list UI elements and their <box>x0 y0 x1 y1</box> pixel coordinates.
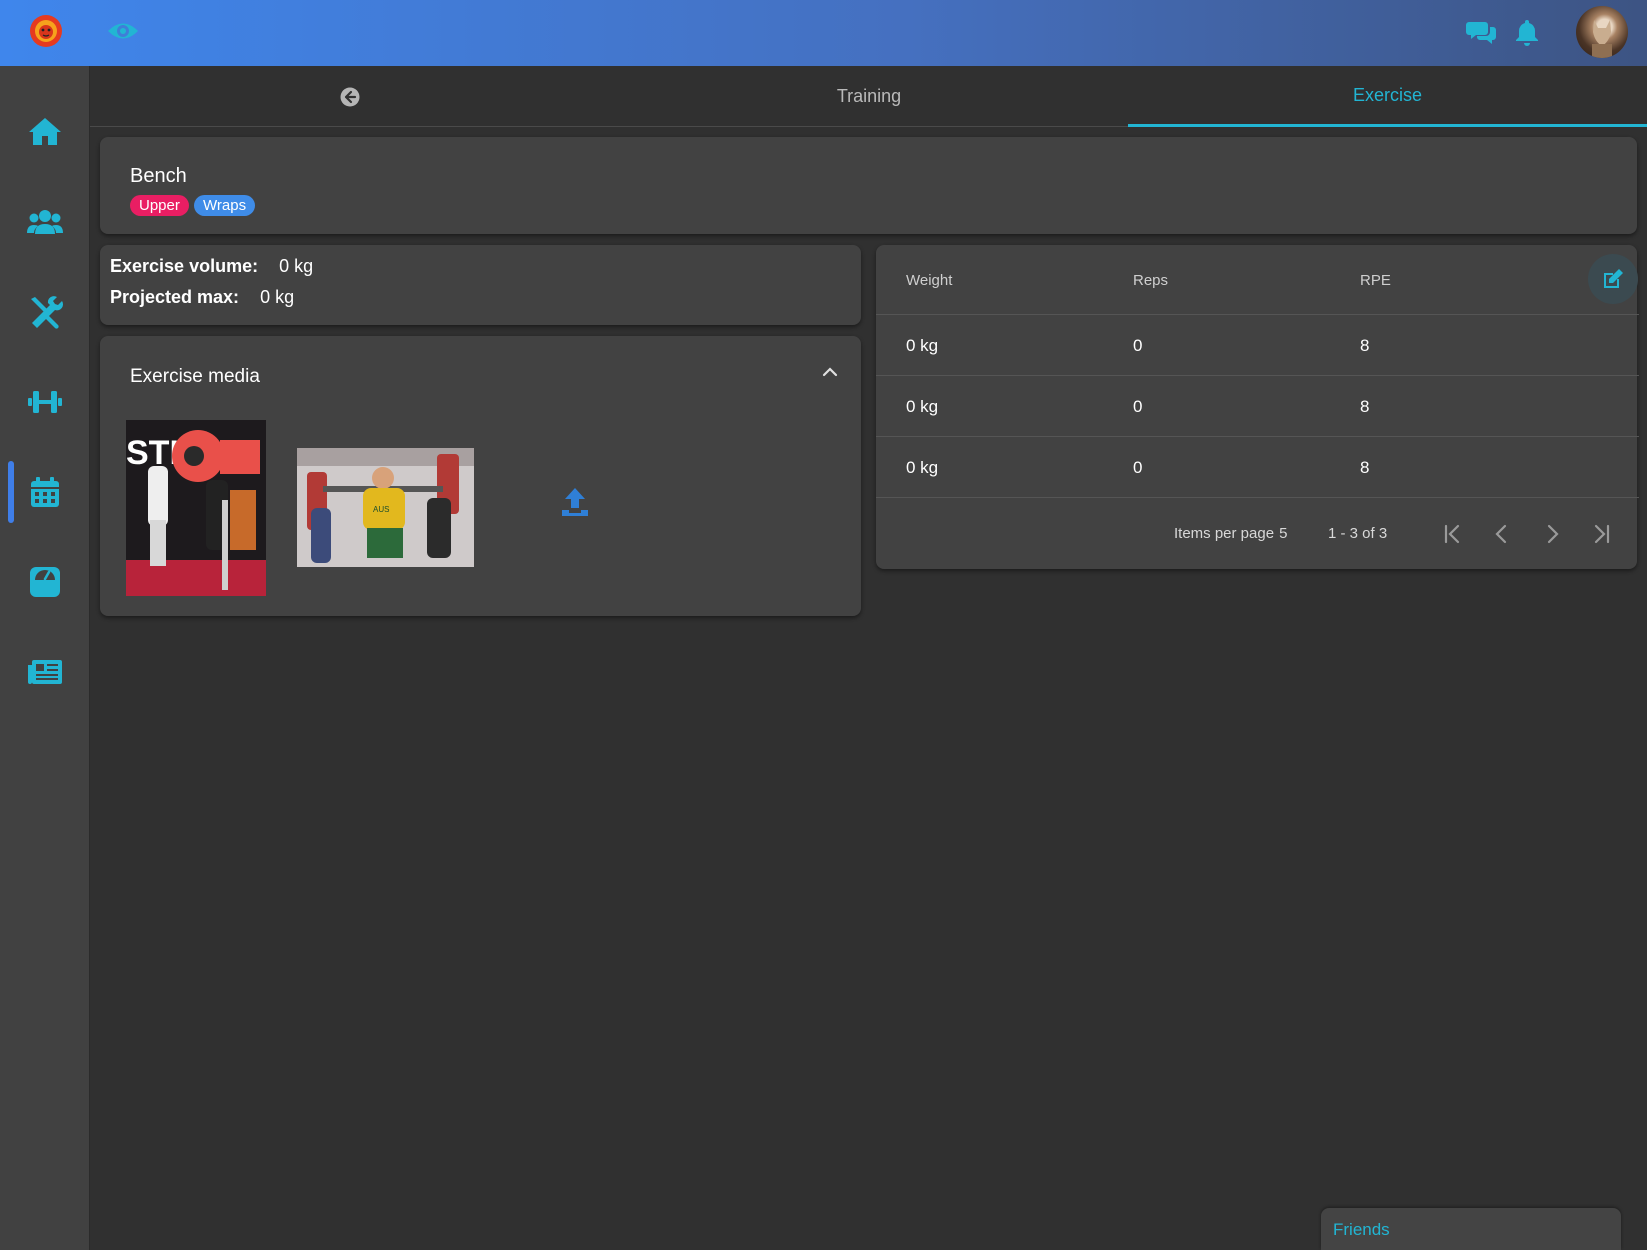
exercise-volume: Exercise volume: 0 kg <box>110 256 313 277</box>
upload-icon[interactable] <box>560 486 590 518</box>
exercise-media-card: Exercise media STI AUS <box>100 336 861 616</box>
users-icon <box>27 210 63 234</box>
sidebar-item-weight[interactable] <box>0 547 90 617</box>
friends-panel[interactable]: Friends <box>1321 1208 1621 1250</box>
arrow-left-circle-icon <box>340 87 360 106</box>
newspaper-icon <box>28 660 62 684</box>
exercise-name: Bench <box>130 165 187 187</box>
chevron-up-icon[interactable] <box>818 360 842 384</box>
friends-label: Friends <box>1333 1220 1390 1239</box>
tab-back[interactable] <box>90 66 610 127</box>
edit-icon <box>1604 269 1623 288</box>
table-row[interactable]: 0 kg 0 8 <box>876 375 1639 436</box>
calendar-icon <box>31 477 59 507</box>
edit-sets-button[interactable] <box>1588 254 1638 304</box>
items-per-page-label: Items per page <box>1174 524 1275 542</box>
cell-weight: 0 kg <box>906 335 939 355</box>
column-header-weight[interactable]: Weight <box>906 245 952 315</box>
projected-max: Projected max: 0 kg <box>110 287 294 308</box>
tab-exercise[interactable]: Exercise <box>1128 66 1647 127</box>
exercise-header-card: Bench Upper Wraps <box>100 137 1637 234</box>
table-row[interactable]: 0 kg 0 8 <box>876 436 1639 497</box>
sidebar <box>0 66 90 1250</box>
sidebar-item-news[interactable] <box>0 637 90 707</box>
projected-max-value: 0 kg <box>260 287 295 307</box>
cell-reps: 0 <box>1133 457 1143 477</box>
cell-rpe: 8 <box>1360 457 1370 477</box>
exercise-volume-label: Exercise volume: <box>110 256 259 276</box>
chat-icon[interactable] <box>1466 16 1498 48</box>
items-per-page-select[interactable]: 5 <box>1279 525 1287 542</box>
items-per-page: Items per page 5 <box>1174 498 1287 568</box>
cell-weight: 0 kg <box>906 457 939 477</box>
exercise-stats-card: Exercise volume: 0 kg Projected max: 0 k… <box>100 245 861 325</box>
tag-wraps: Wraps <box>194 195 256 216</box>
cell-weight: 0 kg <box>906 396 939 416</box>
eye-icon[interactable] <box>106 18 140 44</box>
sidebar-item-home[interactable] <box>0 97 90 167</box>
first-page-icon[interactable] <box>1438 520 1466 548</box>
table-row[interactable]: 0 kg 0 8 <box>876 314 1639 375</box>
tab-training[interactable]: Training <box>610 66 1128 127</box>
home-icon <box>29 118 61 145</box>
dumbbell-icon <box>28 391 62 413</box>
exercise-media-title: Exercise media <box>130 366 260 387</box>
previous-page-icon[interactable] <box>1488 520 1516 548</box>
cell-rpe: 8 <box>1360 335 1370 355</box>
column-header-reps[interactable]: Reps <box>1133 245 1168 315</box>
user-avatar[interactable] <box>1576 6 1628 58</box>
svg-text:AUS: AUS <box>373 505 389 514</box>
cell-rpe: 8 <box>1360 396 1370 416</box>
sidebar-item-users[interactable] <box>0 187 90 257</box>
lion-logo-icon[interactable] <box>28 13 64 49</box>
tools-icon <box>31 296 64 329</box>
top-app-bar <box>0 0 1647 66</box>
paginator: Items per page 5 1 - 3 of 3 <box>876 497 1639 569</box>
sidebar-item-calendar[interactable] <box>0 457 90 527</box>
sets-table-card: Weight Reps RPE 0 kg 0 8 0 kg 0 8 0 kg 0… <box>876 245 1639 569</box>
media-thumbnail[interactable]: STI <box>126 420 266 596</box>
last-page-icon[interactable] <box>1588 520 1616 548</box>
tag-upper: Upper <box>130 195 189 216</box>
sidebar-item-tools[interactable] <box>0 277 90 347</box>
scale-icon <box>30 567 60 597</box>
media-thumbnail[interactable]: AUS <box>297 448 474 567</box>
sidebar-item-exercises[interactable] <box>0 367 90 437</box>
bell-icon[interactable] <box>1511 16 1543 48</box>
column-header-rpe[interactable]: RPE <box>1360 245 1391 315</box>
page-range: 1 - 3 of 3 <box>1328 524 1388 542</box>
cell-reps: 0 <box>1133 396 1143 416</box>
next-page-icon[interactable] <box>1538 520 1566 548</box>
cell-reps: 0 <box>1133 335 1143 355</box>
exercise-volume-value: 0 kg <box>279 256 314 276</box>
tab-bar: Training Exercise <box>90 66 1647 127</box>
projected-max-label: Projected max: <box>110 287 240 307</box>
